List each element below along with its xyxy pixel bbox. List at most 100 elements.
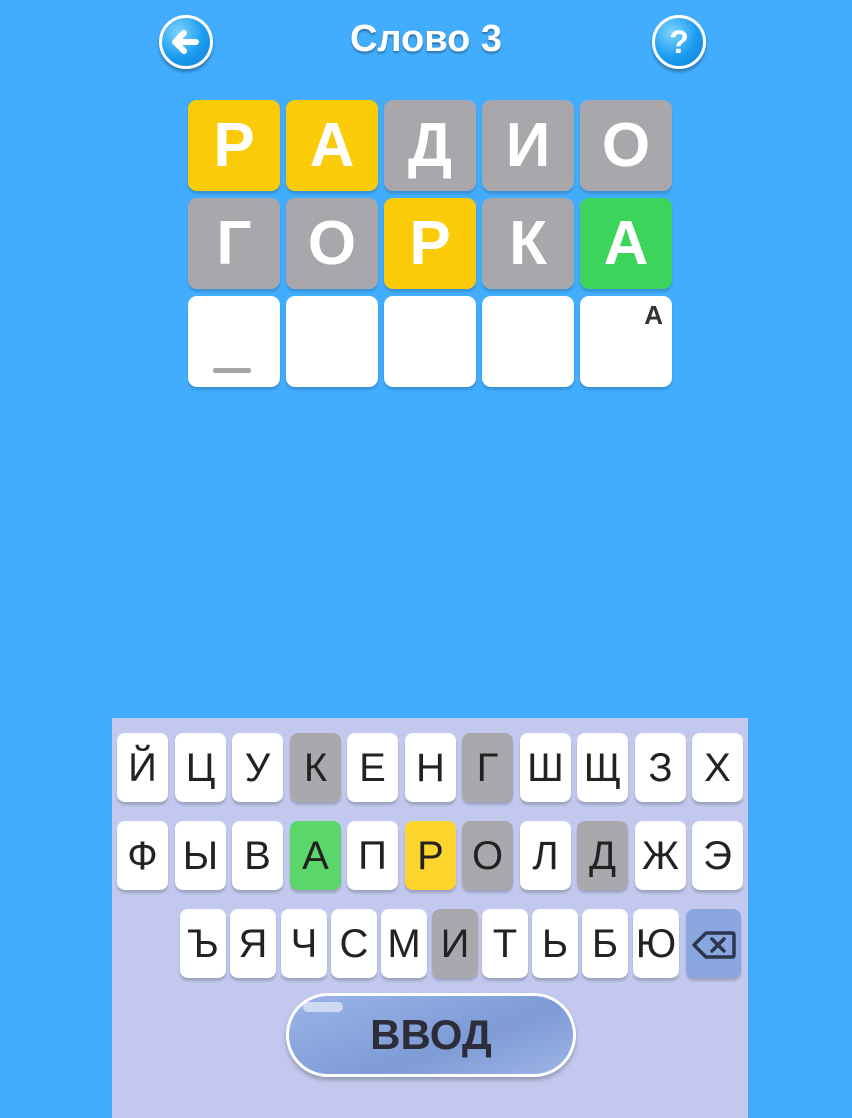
help-button[interactable]: ? [652, 15, 706, 69]
keyboard: ВВОД ЙЦУКЕНГШЩЗХ ФЫВАПРОЛДЖЭ ЪЯЧСМИТЬБЮ [112, 718, 748, 1118]
key-label: Р [417, 834, 444, 878]
tile-letter: Г [216, 209, 252, 278]
key[interactable]: Й [117, 733, 168, 802]
tile-letter: И [505, 111, 551, 180]
input-cursor [213, 368, 251, 373]
key[interactable]: Д [577, 821, 628, 890]
key-label: Ю [635, 922, 677, 966]
tile-letter: Р [213, 111, 255, 180]
key[interactable]: Ж [635, 821, 686, 890]
key-label: П [358, 834, 387, 878]
key-label: М [387, 922, 421, 966]
key[interactable]: Ы [175, 821, 226, 890]
key[interactable]: Ч [281, 909, 327, 978]
key[interactable]: Б [582, 909, 628, 978]
tile-letter: А [309, 111, 355, 180]
tile-letter: О [307, 209, 357, 278]
key-label: Д [588, 834, 617, 878]
key[interactable]: З [635, 733, 686, 802]
key[interactable]: У [232, 733, 283, 802]
key-label: Х [704, 746, 731, 790]
key[interactable]: О [462, 821, 513, 890]
grid-tile [188, 296, 280, 387]
key-label: Т [492, 922, 518, 966]
svg-text:?: ? [669, 24, 689, 60]
key-label: Ъ [187, 922, 219, 966]
key[interactable]: Т [482, 909, 528, 978]
key[interactable]: Ь [532, 909, 578, 978]
key-label: Б [591, 922, 619, 966]
grid-tile: И [482, 100, 574, 191]
key[interactable]: И [432, 909, 478, 978]
key[interactable]: Ф [117, 821, 168, 890]
key[interactable]: К [290, 733, 341, 802]
key-label: И [440, 922, 470, 966]
tile-letter: Д [407, 111, 453, 180]
key[interactable]: Ц [175, 733, 226, 802]
key[interactable]: А [290, 821, 341, 890]
grid-tile: Р [384, 198, 476, 289]
key[interactable]: Г [462, 733, 513, 802]
key-label: С [339, 922, 369, 966]
grid-tile: О [580, 100, 672, 191]
key[interactable]: Я [230, 909, 276, 978]
key[interactable]: Л [520, 821, 571, 890]
key[interactable]: Р [405, 821, 456, 890]
key[interactable]: М [381, 909, 427, 978]
grid-tile: К [482, 198, 574, 289]
key[interactable]: Ю [633, 909, 679, 978]
tile-letter: К [509, 209, 547, 278]
grid-tile: А [286, 100, 378, 191]
key[interactable]: Ъ [180, 909, 226, 978]
grid-tile [286, 296, 378, 387]
key-label: Ш [527, 746, 564, 790]
page-title: Слово 3 [349, 18, 503, 60]
key-label: З [648, 746, 673, 790]
key-label: Й [128, 746, 157, 790]
key[interactable]: Ш [520, 733, 571, 802]
key-label: Э [703, 834, 732, 878]
key-label: Ь [541, 922, 569, 966]
key[interactable]: П [347, 821, 398, 890]
key[interactable]: С [331, 909, 377, 978]
grid-tile: Д [384, 100, 476, 191]
tile-letter: А [603, 209, 649, 278]
key-label: Ы [182, 834, 219, 878]
grid-tile: А [580, 296, 672, 387]
key[interactable]: Щ [577, 733, 628, 802]
grid-tile: Р [188, 100, 280, 191]
key-label: У [244, 746, 271, 790]
key-label: О [471, 834, 504, 878]
key-label: Я [238, 922, 268, 966]
key[interactable]: Е [347, 733, 398, 802]
enter-button[interactable]: ВВОД [286, 993, 576, 1077]
key[interactable]: Э [692, 821, 743, 890]
key[interactable]: В [232, 821, 283, 890]
key-label: А [302, 834, 329, 878]
grid-tile: Г [188, 198, 280, 289]
grid-tile [482, 296, 574, 387]
key-label: К [303, 746, 328, 790]
key-label: Л [532, 834, 559, 878]
backspace-icon [692, 931, 736, 959]
key-label: Ф [127, 834, 158, 878]
tile-letter: Р [409, 209, 451, 278]
key-label: Г [476, 746, 499, 790]
question-icon: ? [669, 24, 689, 60]
tile-letter: О [601, 111, 651, 180]
grid-tile: О [286, 198, 378, 289]
grid-tile [384, 296, 476, 387]
enter-label: ВВОД [370, 1011, 492, 1058]
key[interactable]: Н [405, 733, 456, 802]
key-label: Ж [642, 834, 679, 878]
key-label: Ч [290, 922, 318, 966]
key-label: В [244, 834, 271, 878]
key-label: Е [359, 746, 386, 790]
tile-hint: А [644, 300, 663, 330]
grid-tile: А [580, 198, 672, 289]
backspace-button[interactable] [686, 909, 741, 978]
key-label: Ц [185, 746, 216, 790]
key-label: Н [416, 746, 445, 790]
key[interactable]: Х [692, 733, 743, 802]
key-label: Щ [583, 746, 622, 790]
